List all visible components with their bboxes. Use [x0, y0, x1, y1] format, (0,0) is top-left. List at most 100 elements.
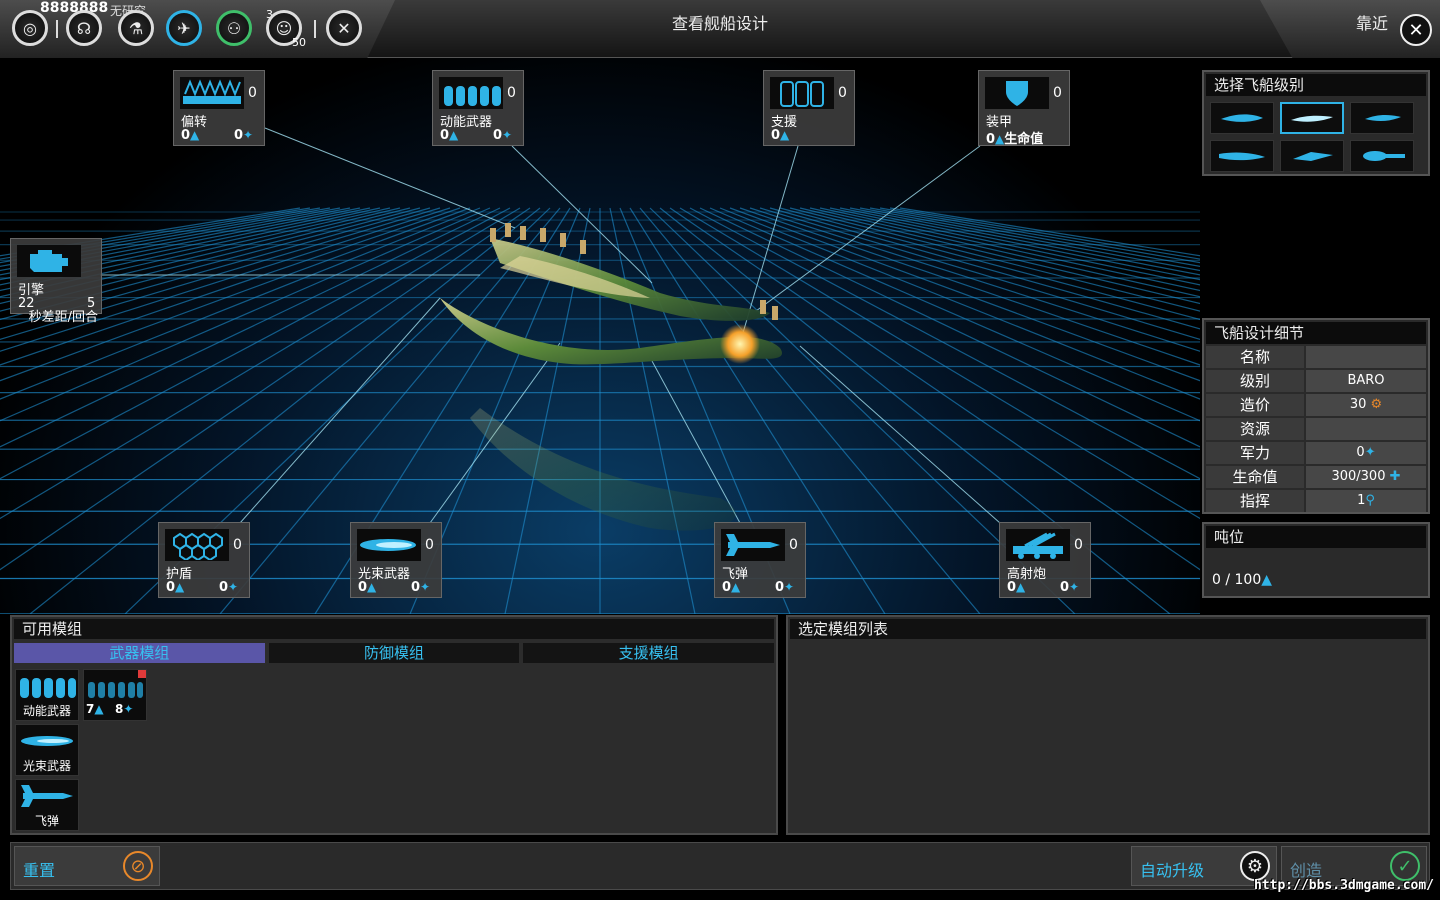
gear-icon: ⚙	[1240, 851, 1270, 881]
detail-row-cost: 造价 30 ⚙	[1206, 394, 1426, 416]
slot-size: 0▲	[181, 128, 200, 143]
tab-support-modules[interactable]: 支援模组	[523, 643, 775, 663]
ship-class-option[interactable]	[1210, 140, 1274, 172]
flak-icon	[1006, 529, 1070, 561]
slot-engine[interactable]: 引擎 22 5	[10, 238, 102, 314]
tab-defense-modules[interactable]: 防御模组	[268, 643, 520, 663]
slot-count: 0	[838, 85, 847, 101]
slot-power: 0✦	[1060, 580, 1080, 595]
tab-weapon-modules[interactable]: 武器模组	[14, 643, 265, 663]
ship-class-grid	[1204, 98, 1428, 176]
available-modules-panel: 可用模组 武器模组 防御模组 支援模组 动能武器 7▲ 8✦ 光束武器 飞弹	[10, 615, 778, 835]
slot-size: 0▲	[166, 580, 185, 595]
watermark: http://bbs.3dmgame.com/	[1253, 878, 1434, 893]
engine-icon	[17, 245, 81, 277]
ship-reflection	[470, 408, 736, 531]
ship-class-option[interactable]	[1280, 140, 1344, 172]
slot-count: 0	[1053, 85, 1062, 101]
module-tabs: 武器模组 防御模组 支援模组	[14, 643, 775, 663]
module-beam-weapon[interactable]: 光束武器	[15, 724, 79, 776]
engine-unit-label: 秒差距/回合	[28, 310, 98, 325]
detail-key: 军力	[1206, 442, 1304, 464]
module-kinetic-weapon-upgrade[interactable]: 7▲ 8✦	[83, 669, 147, 721]
slot-flak[interactable]: 0 高射炮 0▲ 0✦	[999, 522, 1091, 598]
module-label: 动能武器	[22, 704, 71, 718]
beam-weapon-icon	[357, 529, 421, 561]
slot-count: 0	[789, 537, 798, 553]
module-stats: 7▲ 8✦	[86, 702, 134, 716]
missile-icon	[721, 529, 785, 561]
ship-name-field[interactable]	[1306, 346, 1426, 368]
reset-label: 重置	[23, 861, 56, 880]
slot-size: 0▲	[771, 128, 790, 143]
module-kinetic-weapon[interactable]: 动能武器	[15, 669, 79, 721]
ship-class-panel: 选择飞船级别	[1202, 70, 1430, 176]
slot-size: 0▲	[722, 580, 741, 595]
detail-value: 1⚲	[1306, 490, 1426, 512]
health-cross-icon: ✚	[1389, 469, 1401, 484]
detail-row-resource: 资源	[1206, 418, 1426, 440]
slot-deflector[interactable]: 0 偏转 0▲ 0✦	[173, 70, 265, 146]
slot-hp: 0▲生命值	[986, 132, 1044, 147]
detail-key: 资源	[1206, 418, 1304, 440]
slot-count: 0	[248, 85, 257, 101]
ship-viewport[interactable]: 0 偏转 0▲ 0✦ 0 动能武器 0▲ 0✦ 0 支援 0▲ 0 装甲 0▲生…	[0, 58, 1200, 614]
slot-power: 0✦	[411, 580, 431, 595]
checkmark-icon: ✓	[1390, 851, 1420, 881]
slot-missile[interactable]: 0 飞弹 0▲ 0✦	[714, 522, 806, 598]
detail-value: 0✦	[1306, 442, 1426, 464]
kinetic-weapon-icon	[439, 77, 503, 109]
detail-key: 生命值	[1206, 466, 1304, 488]
reset-button[interactable]: 重置 ⊘	[14, 846, 160, 886]
panel-title: 飞船设计细节	[1206, 322, 1426, 344]
slot-power: 0✦	[775, 580, 795, 595]
top-bar: 8888888 无研究 ◎ ☊ ⚗ ✈ ⚇ 3 ☺ 50 ✕ 查看舰船设计 靠近…	[0, 0, 1440, 58]
ship-hull	[440, 223, 782, 365]
detail-key: 级别	[1206, 370, 1304, 392]
slot-beam[interactable]: 0 光束武器 0▲ 0✦	[350, 522, 442, 598]
ship-class-option[interactable]	[1350, 140, 1414, 172]
engine-range: 5	[87, 296, 96, 311]
slot-power: 0✦	[493, 128, 513, 143]
slot-power: 0✦	[234, 128, 254, 143]
detail-row-hp: 生命值 300/300 ✚	[1206, 466, 1426, 488]
panel-title: 可用模组	[14, 619, 774, 639]
missile-icon	[16, 780, 78, 812]
command-satellite-icon: ⚲	[1365, 493, 1375, 508]
module-label: 光束武器	[22, 759, 71, 773]
panel-title: 选定模组列表	[790, 619, 1426, 639]
zoom-button[interactable]: 靠近	[1356, 10, 1388, 34]
action-bar: 重置 ⊘ 自动升级 ⚙ 创造 ✓	[10, 842, 1430, 890]
new-badge	[138, 670, 146, 678]
slot-support[interactable]: 0 支援 0▲	[763, 70, 855, 146]
selected-modules-panel: 选定模组列表	[786, 615, 1430, 835]
detail-value: BARO	[1306, 370, 1426, 392]
slot-count: 0	[1074, 537, 1083, 553]
selected-module-list[interactable]	[788, 641, 1428, 831]
ship-class-option-selected[interactable]	[1280, 102, 1344, 134]
industry-gear-icon: ⚙	[1370, 397, 1383, 412]
slot-armor[interactable]: 0 装甲 0▲生命值	[978, 70, 1070, 147]
ship-class-option[interactable]	[1350, 102, 1414, 134]
kinetic-weapon-icon	[16, 670, 78, 702]
detail-key: 名称	[1206, 346, 1304, 368]
slot-count: 0	[233, 537, 242, 553]
slot-kinetic[interactable]: 0 动能武器 0▲ 0✦	[432, 70, 524, 146]
tonnage-bar	[1208, 550, 1424, 570]
reset-icon: ⊘	[123, 851, 153, 881]
tonnage-weight-icon: ▲	[1261, 572, 1273, 588]
close-icon[interactable]: ✕	[1400, 14, 1432, 46]
module-missile[interactable]: 飞弹	[15, 779, 79, 831]
detail-value: 30 ⚙	[1306, 394, 1426, 416]
deflector-icon	[180, 77, 244, 109]
module-label: 飞弹	[34, 814, 59, 828]
screen-title: 查看舰船设计	[671, 14, 768, 33]
ship-design-details: 飞船设计细节 名称 级别 BARO 造价 30 ⚙ 资源 军力 0✦ 生命值 300/3…	[1202, 318, 1430, 514]
slot-power: 0✦	[219, 580, 239, 595]
ship-class-option[interactable]	[1210, 102, 1274, 134]
detail-value: 300/300 ✚	[1306, 466, 1426, 488]
kinetic-weapon-icon	[84, 670, 146, 702]
slot-shield[interactable]: 0 护盾 0▲ 0✦	[158, 522, 250, 598]
tonnage-value: 0 / 100▲	[1212, 572, 1273, 588]
auto-upgrade-label: 自动升级	[1140, 861, 1205, 880]
